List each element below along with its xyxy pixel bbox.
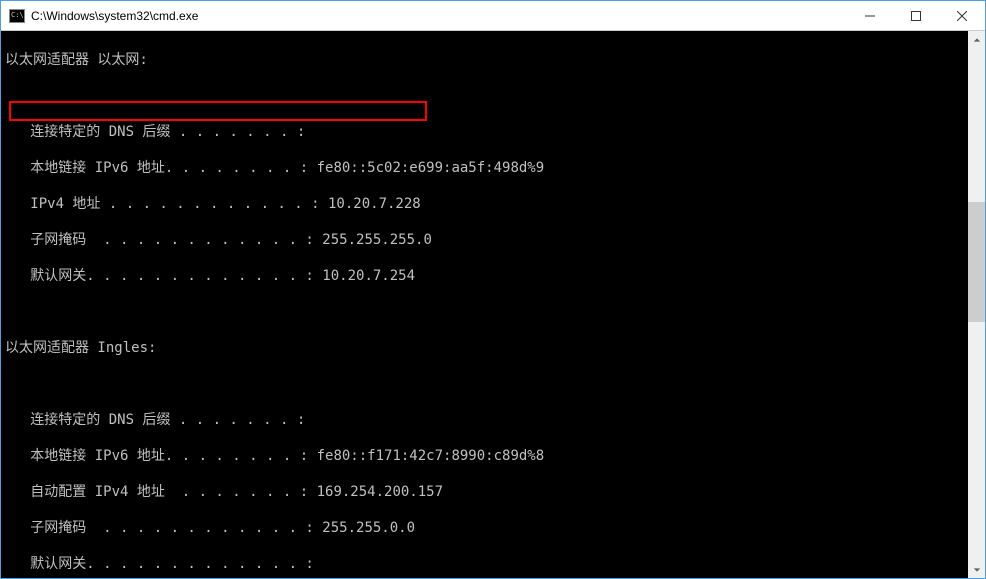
dns-suffix-label: 连接特定的 DNS 后缀 . . . . . . . : [5,412,305,428]
console-area: 以太网适配器 以太网: 连接特定的 DNS 后缀 . . . . . . . :… [1,31,985,578]
mask-label: 子网掩码 . . . . . . . . . . . . : [5,520,314,536]
scroll-thumb[interactable] [968,202,985,322]
mask-value: 255.255.0.0 [314,520,415,536]
scroll-down-button[interactable] [968,561,985,578]
adapter-header: 以太网适配器 Ingles: [5,340,156,356]
ipv6-value: fe80::f171:42c7:8990:c89d%8 [308,448,544,464]
titlebar: C:\Windows\system32\cmd.exe [1,1,985,31]
window-controls [847,1,985,30]
maximize-button[interactable] [893,1,939,30]
ipv4-value: 10.20.7.228 [320,196,421,212]
ipv6-value: fe80::5c02:e699:aa5f:498d%9 [308,160,544,176]
auto-ipv4-label: 自动配置 IPv4 地址 . . . . . . . : [5,484,308,500]
adapter-header: 以太网适配器 以太网: [5,52,148,68]
app-icon [9,9,25,23]
vertical-scrollbar[interactable] [968,31,985,578]
dns-suffix-label: 连接特定的 DNS 后缀 . . . . . . . : [5,124,305,140]
cmd-window: C:\Windows\system32\cmd.exe 以太网适配器 以太网: … [0,0,986,579]
auto-ipv4-value: 169.254.200.157 [308,484,443,500]
console-output[interactable]: 以太网适配器 以太网: 连接特定的 DNS 后缀 . . . . . . . :… [1,31,968,578]
window-title: C:\Windows\system32\cmd.exe [31,9,847,23]
scroll-track[interactable] [968,48,985,561]
gateway-label: 默认网关. . . . . . . . . . . . . : [5,556,314,572]
ipv6-label: 本地链接 IPv6 地址. . . . . . . . : [5,448,308,464]
ipv4-label: IPv4 地址 . . . . . . . . . . . . : [5,196,320,212]
gateway-value: 10.20.7.254 [314,268,415,284]
mask-label: 子网掩码 . . . . . . . . . . . . : [5,232,314,248]
scroll-up-button[interactable] [968,31,985,48]
mask-value: 255.255.255.0 [314,232,432,248]
minimize-button[interactable] [847,1,893,30]
close-button[interactable] [939,1,985,30]
ipv6-label: 本地链接 IPv6 地址. . . . . . . . : [5,160,308,176]
gateway-label: 默认网关. . . . . . . . . . . . . : [5,268,314,284]
